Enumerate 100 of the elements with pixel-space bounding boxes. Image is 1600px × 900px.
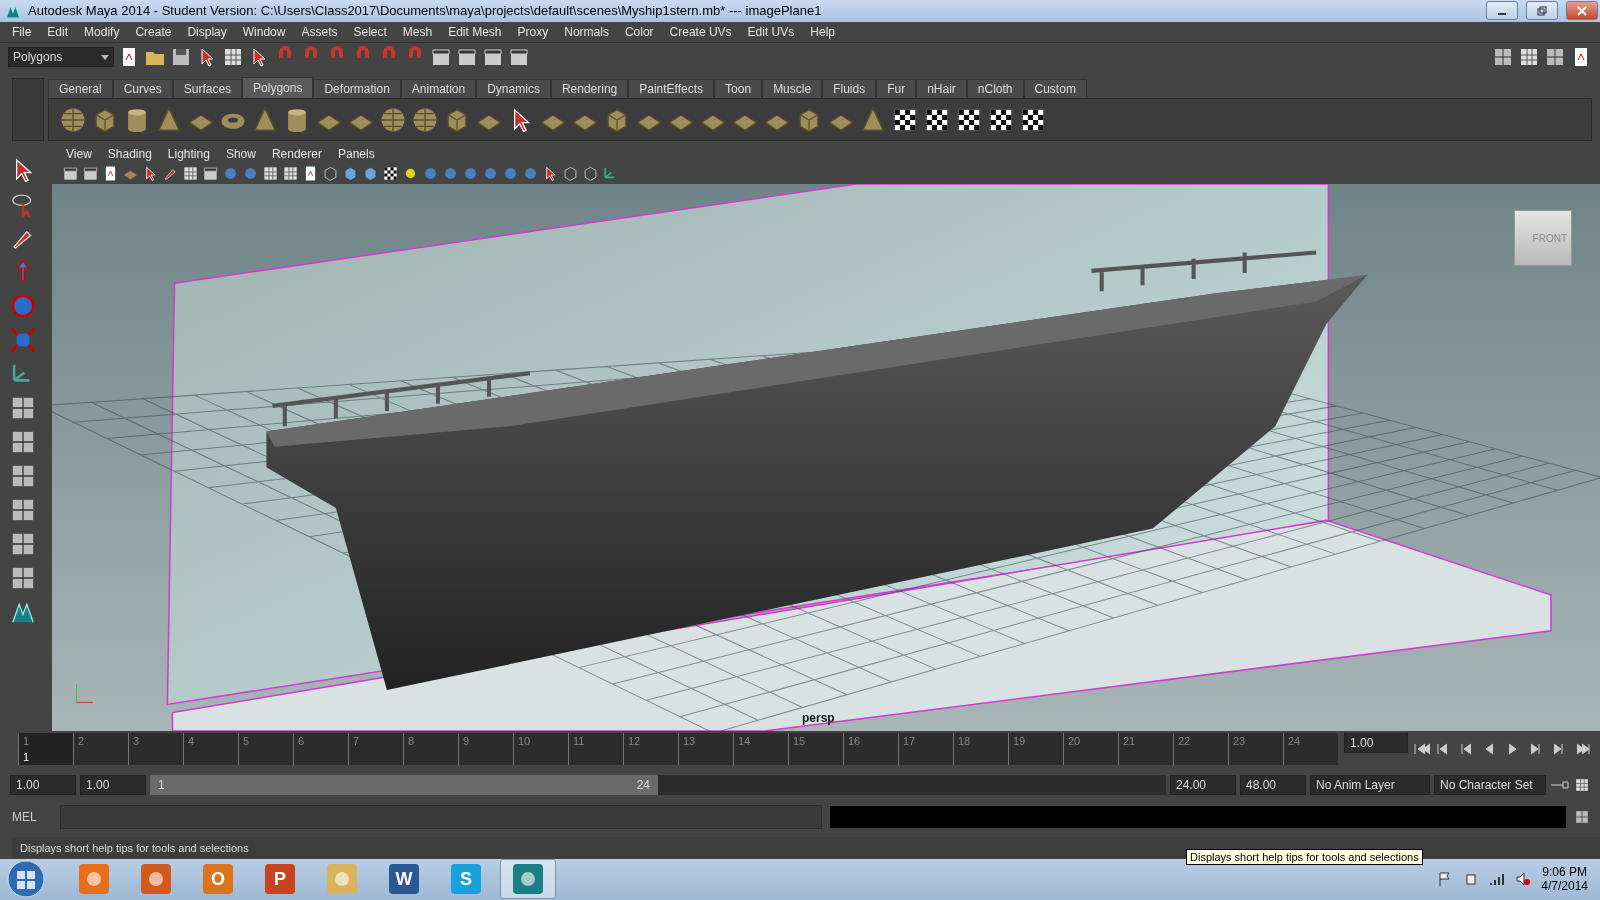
cube-icon[interactable] [362, 164, 379, 182]
frame-number: 4 [188, 735, 196, 748]
playback-start-field[interactable]: 1.00 [80, 774, 146, 795]
grid-icon[interactable] [282, 164, 299, 182]
menu-item[interactable]: Modify [76, 24, 128, 39]
menu-item[interactable]: Window [234, 24, 294, 39]
menu-item[interactable]: Select [345, 24, 395, 39]
axis-indicator-icon [76, 683, 94, 704]
shelf-tab[interactable]: Polygons [242, 77, 314, 99]
current-time-field[interactable]: 1.00 [1344, 733, 1408, 754]
cone-icon[interactable] [859, 105, 887, 134]
playback-icon[interactable] [1575, 743, 1592, 756]
shelf-tab[interactable]: PaintEffects [628, 79, 715, 99]
wireframe-cube-icon[interactable] [562, 164, 579, 182]
grid-icon[interactable] [262, 164, 279, 182]
frame-number: 17 [903, 735, 917, 748]
taskbar-clock[interactable]: 9:06 PM 4/7/2014 [1541, 865, 1588, 894]
restore-icon [1537, 5, 1547, 16]
shelf-tab[interactable]: nCloth [966, 79, 1024, 99]
frame-number: 8 [408, 735, 416, 748]
key-icon[interactable] [1550, 779, 1570, 790]
signal-bars-icon[interactable] [1489, 871, 1506, 888]
menu-item[interactable]: Edit [39, 24, 77, 39]
grid-icon[interactable] [182, 164, 199, 182]
frame-number: 20 [1068, 735, 1082, 748]
playback-icon[interactable] [1414, 743, 1431, 756]
shelf-tab[interactable]: Toon [714, 79, 763, 99]
wireframe-cube-icon[interactable] [322, 164, 339, 182]
panel-menu-item[interactable]: Shading [99, 147, 160, 162]
chat-app-icon: S [451, 864, 481, 895]
cone-icon[interactable] [251, 105, 279, 134]
playback-end-field[interactable]: 24.00 [1170, 774, 1236, 795]
frame-number: 13 [683, 735, 697, 748]
menu-item[interactable]: Proxy [509, 24, 557, 39]
restore-button[interactable] [1526, 1, 1558, 21]
layout-icon[interactable] [1574, 808, 1590, 825]
menu-item[interactable]: Mesh [394, 24, 441, 39]
menu-item[interactable]: Help [802, 24, 843, 39]
minimize-icon [1498, 12, 1506, 15]
frame-number: 16 [848, 735, 862, 748]
close-button[interactable] [1566, 1, 1598, 21]
window-title: Autodesk Maya 2014 - Student Version: C:\Users\Class2017\Documents\maya\projects\default\scenes\Myship1stern.mb* --- imagePlane1 [28, 3, 823, 19]
checkerboard-icon[interactable] [382, 164, 399, 182]
menu-item[interactable]: Edit Mesh [440, 24, 510, 39]
cone-icon[interactable] [155, 105, 183, 134]
menu-item[interactable]: Create [127, 24, 180, 39]
command-language-label[interactable]: MEL [12, 809, 52, 824]
anim-layer-dropdown[interactable]: No Anim Layer [1310, 774, 1430, 795]
frame-number: 24 [1288, 735, 1302, 748]
start-orb-icon[interactable] [6, 859, 46, 900]
menu-item[interactable]: Assets [293, 24, 346, 39]
taskbar-app[interactable]: P [252, 859, 308, 900]
folder-app-icon [327, 864, 357, 895]
cube-icon[interactable] [342, 164, 359, 182]
command-input-field[interactable] [60, 804, 822, 829]
frame-number: 5 [243, 735, 251, 748]
character-set-dropdown[interactable]: No Character Set [1434, 774, 1546, 795]
minimize-button[interactable] [1486, 1, 1518, 21]
shelf-tab[interactable]: Fur [876, 79, 917, 99]
shelf-tab[interactable]: nHair [916, 79, 967, 99]
frame-number: 7 [353, 735, 361, 748]
range-slider-bar[interactable]: 1 24 [150, 774, 658, 795]
shelf-tab[interactable]: Muscle [762, 79, 823, 99]
panel-menu-item[interactable]: Panels [329, 147, 383, 162]
shelf-tab[interactable]: Curves [112, 79, 173, 99]
menu-item[interactable]: Normals [556, 24, 617, 39]
taskbar-app[interactable] [500, 859, 556, 900]
grid-icon[interactable] [1574, 776, 1590, 793]
close-icon [1577, 5, 1587, 16]
frame-number: 19 [1013, 735, 1027, 748]
menu-item[interactable]: Display [179, 24, 235, 39]
menu-item[interactable]: File [4, 24, 40, 39]
range-start-label: 1 [158, 777, 165, 792]
speaker-muted-icon[interactable] [1515, 871, 1532, 888]
start-time-field[interactable]: 1.00 [10, 774, 76, 795]
panel-menu-item[interactable]: View [58, 147, 100, 162]
shelf-tab[interactable]: General [48, 79, 113, 99]
mail-app-icon: O [203, 864, 233, 895]
maya-app-icon [513, 864, 543, 895]
menu-item[interactable]: Edit UVs [739, 24, 803, 39]
panel-menu-item[interactable]: Renderer [263, 147, 330, 162]
range-slider[interactable]: 1 24 [150, 774, 1166, 795]
menu-item[interactable]: Create UVs [661, 24, 740, 39]
shelf-tab[interactable]: Dynamics [476, 79, 551, 99]
frame-number: 10 [518, 735, 532, 748]
taskbar-app[interactable]: W [376, 859, 432, 900]
shelf-tab[interactable]: Custom [1023, 79, 1087, 99]
shelf-tab[interactable]: Rendering [550, 79, 629, 99]
menu-item[interactable]: Color [616, 24, 662, 39]
panel-menu-item[interactable]: Lighting [159, 147, 218, 162]
shelf-tab[interactable]: Animation [400, 79, 477, 99]
wireframe-cube-icon[interactable] [582, 164, 599, 182]
shelf-tab[interactable]: Deformation [313, 79, 401, 99]
menu-set-dropdown[interactable]: Polygons [8, 47, 114, 68]
shelf-tab[interactable]: Surfaces [172, 79, 243, 99]
panel-menu-item[interactable]: Show [217, 147, 264, 162]
shelf-tab[interactable]: Fluids [822, 79, 877, 99]
shelf-handle[interactable] [12, 78, 44, 142]
end-time-field[interactable]: 48.00 [1240, 774, 1306, 795]
slides-app-icon: P [265, 864, 295, 895]
